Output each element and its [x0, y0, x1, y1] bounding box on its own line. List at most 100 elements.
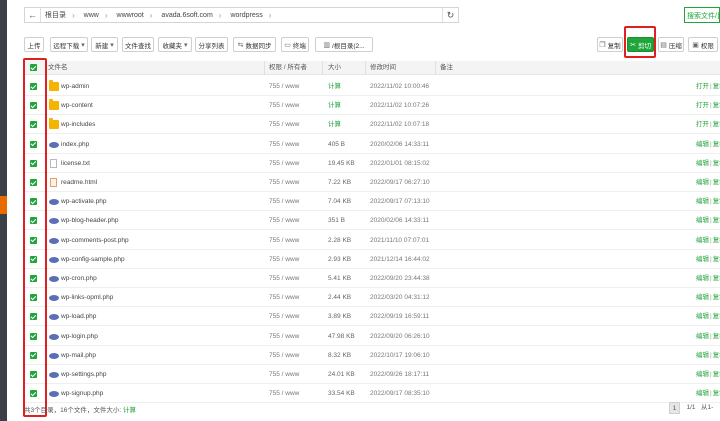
table-row[interactable]: wp-blog-header.php 755 / www 351 B 2020/02/… — [24, 211, 720, 231]
table-row[interactable]: readme.html 755 / www 7.22 KB 2022/09/17 06… — [24, 173, 720, 192]
file-name[interactable]: wp-config-sample.php — [61, 250, 125, 269]
breadcrumb-item[interactable]: avada.6soft.com › — [157, 8, 226, 22]
table-row[interactable]: wp-signup.php 755 / www 33.54 KB 2022/09/17… — [24, 384, 720, 404]
row-action-open[interactable]: 编辑 — [696, 160, 709, 167]
file-perm[interactable]: 755 / www — [269, 307, 299, 326]
row-action-open[interactable]: 编辑 — [696, 352, 709, 359]
file-name[interactable]: wp-mail.php — [61, 346, 96, 365]
file-name[interactable]: wp-activate.php — [61, 192, 107, 211]
file-name[interactable]: index.php — [61, 135, 89, 154]
file-size[interactable]: 计算 — [328, 96, 341, 115]
file-perm[interactable]: 755 / www — [269, 365, 299, 384]
file-name[interactable]: wp-cron.php — [61, 269, 97, 288]
upload-button[interactable]: 上传 — [24, 37, 44, 52]
header-name[interactable]: 文件名 — [48, 61, 68, 75]
row-action-copy[interactable]: 复制 — [713, 217, 720, 224]
file-perm[interactable]: 755 / www — [269, 135, 299, 154]
row-action-copy[interactable]: 复制 — [713, 333, 720, 340]
file-name[interactable]: wp-includes — [61, 115, 95, 134]
row-action-open[interactable]: 打开 — [696, 121, 709, 128]
file-perm[interactable]: 755 / www — [269, 211, 299, 230]
breadcrumb-item[interactable]: 根目录 › — [41, 8, 80, 22]
file-perm[interactable]: 755 / www — [269, 77, 299, 96]
table-row[interactable]: wp-content 755 / www 计算 2022/11/02 10:07:26… — [24, 96, 720, 116]
header-mtime[interactable]: 修改时间 — [370, 61, 396, 75]
row-action-open[interactable]: 编辑 — [696, 275, 709, 282]
row-action-copy[interactable]: 复制 — [713, 198, 720, 205]
row-action-copy[interactable]: 复制 — [713, 352, 720, 359]
file-perm[interactable]: 755 / www — [269, 346, 299, 365]
row-action-copy[interactable]: 复制 — [713, 237, 720, 244]
row-action-copy[interactable]: 复制 — [713, 371, 720, 378]
breadcrumb-item[interactable]: www › — [80, 8, 113, 22]
row-action-copy[interactable]: 复制 — [713, 83, 720, 90]
row-action-open[interactable]: 编辑 — [696, 390, 709, 397]
file-name[interactable]: wp-content — [61, 96, 93, 115]
refresh-icon[interactable]: ↻ — [442, 8, 458, 22]
row-action-open[interactable]: 打开 — [696, 83, 709, 90]
header-perm[interactable]: 权限 / 所有者 — [269, 61, 307, 75]
row-action-open[interactable]: 编辑 — [696, 371, 709, 378]
row-action-copy[interactable]: 复制 — [713, 313, 720, 320]
file-perm[interactable]: 755 / www — [269, 231, 299, 250]
table-row[interactable]: wp-settings.php 755 / www 24.01 KB 2022/09/… — [24, 365, 720, 384]
file-perm[interactable]: 755 / www — [269, 115, 299, 134]
row-action-open[interactable]: 编辑 — [696, 198, 709, 205]
row-action-copy[interactable]: 复制 — [713, 256, 720, 263]
file-perm[interactable]: 755 / www — [269, 327, 299, 346]
file-name[interactable]: wp-load.php — [61, 307, 96, 326]
row-action-open[interactable]: 编辑 — [696, 313, 709, 320]
file-perm[interactable]: 755 / www — [269, 192, 299, 211]
table-row[interactable]: wp-includes 755 / www 计算 2022/11/02 10:07:1… — [24, 115, 720, 135]
file-size[interactable]: 计算 — [328, 77, 341, 96]
table-row[interactable]: wp-cron.php 755 / www 5.41 KB 2022/09/20 23… — [24, 269, 720, 288]
calc-size-link[interactable]: 计算 — [123, 407, 136, 414]
table-row[interactable]: wp-login.php 755 / www 47.98 KB 2022/09/20 … — [24, 327, 720, 346]
file-perm[interactable]: 755 / www — [269, 154, 299, 173]
file-perm[interactable]: 755 / www — [269, 96, 299, 115]
table-row[interactable]: wp-comments-post.php 755 / www 2.28 KB 2021… — [24, 231, 720, 250]
file-search-button[interactable]: 文件查找 — [122, 37, 154, 52]
table-row[interactable]: wp-admin 755 / www 计算 2022/11/02 10:00:46 打开… — [24, 77, 720, 96]
favorites-button[interactable]: 收藏夹 ▾ — [158, 37, 192, 52]
back-arrow-icon[interactable]: ← — [25, 8, 41, 22]
file-name[interactable]: readme.html — [61, 173, 97, 192]
row-action-open[interactable]: 编辑 — [696, 294, 709, 301]
row-action-copy[interactable]: 复制 — [713, 121, 720, 128]
file-name[interactable]: license.txt — [61, 154, 90, 173]
file-size[interactable]: 计算 — [328, 115, 341, 134]
row-action-copy[interactable]: 复制 — [713, 390, 720, 397]
row-action-copy[interactable]: 复制 — [713, 160, 720, 167]
terminal-button[interactable]: ▭ 终端 — [281, 37, 309, 52]
table-row[interactable]: wp-activate.php 755 / www 7.04 KB 2022/09/1… — [24, 192, 720, 212]
file-name[interactable]: wp-admin — [61, 77, 89, 96]
breadcrumb-item[interactable]: wordpress › — [226, 8, 276, 22]
table-row[interactable]: wp-load.php 755 / www 3.89 KB 2022/09/19 16… — [24, 307, 720, 327]
remote-download-button[interactable]: 远程下载 ▾ — [50, 37, 88, 52]
compress-button[interactable]: ▤ 压缩 — [658, 37, 684, 52]
row-action-open[interactable]: 编辑 — [696, 141, 709, 148]
recycle-bin-button[interactable]: ▥/根目录(2... — [315, 37, 373, 52]
row-action-open[interactable]: 编辑 — [696, 179, 709, 186]
breadcrumb-item[interactable]: wwwroot › — [113, 8, 158, 22]
row-action-open[interactable]: 编辑 — [696, 217, 709, 224]
row-action-open[interactable]: 打开 — [696, 102, 709, 109]
row-action-copy[interactable]: 复制 — [713, 294, 720, 301]
row-action-copy[interactable]: 复制 — [713, 102, 720, 109]
header-size[interactable]: 大小 — [328, 61, 341, 75]
share-list-button[interactable]: 分享列表 — [195, 37, 228, 52]
file-name[interactable]: wp-signup.php — [61, 384, 103, 403]
file-perm[interactable]: 755 / www — [269, 288, 299, 307]
file-perm[interactable]: 755 / www — [269, 269, 299, 288]
file-perm[interactable]: 755 / www — [269, 173, 299, 192]
file-name[interactable]: wp-login.php — [61, 327, 98, 346]
table-row[interactable]: wp-config-sample.php 755 / www 2.93 KB 2021… — [24, 250, 720, 269]
file-perm[interactable]: 755 / www — [269, 250, 299, 269]
data-sync-button[interactable]: ⇆ 数据同步 — [233, 37, 276, 52]
file-name[interactable]: wp-blog-header.php — [61, 211, 118, 230]
copy-button[interactable]: ❐ 复制 — [597, 37, 623, 52]
file-perm[interactable]: 755 / www — [269, 384, 299, 403]
row-action-open[interactable]: 编辑 — [696, 256, 709, 263]
table-row[interactable]: wp-links-opml.php 755 / www 2.44 KB 2022/03… — [24, 288, 720, 308]
pager-current[interactable]: 1 — [669, 402, 680, 414]
